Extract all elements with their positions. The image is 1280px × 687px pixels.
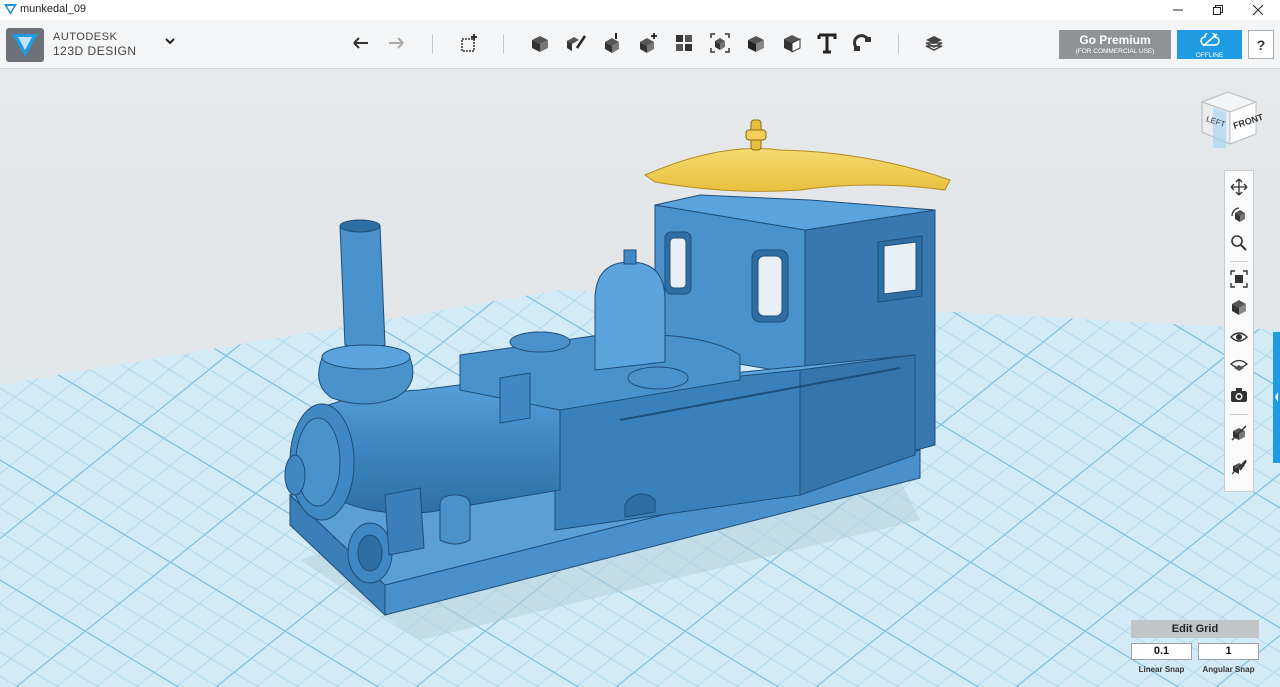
linear-snap-label: Linear Snap — [1138, 665, 1185, 674]
minimize-button[interactable] — [1160, 0, 1196, 20]
brand-product: 123D DESIGN — [53, 44, 137, 58]
views-icon — [1232, 300, 1246, 315]
undo-button[interactable] — [347, 29, 375, 57]
primitives-icon — [532, 36, 548, 52]
snap-button[interactable] — [848, 29, 876, 57]
minimize-icon — [1173, 9, 1183, 11]
close-button[interactable] — [1240, 0, 1276, 20]
sketch-icon — [567, 35, 587, 51]
chevron-down-icon[interactable] — [164, 36, 176, 46]
premium-label: Go Premium — [1079, 33, 1151, 47]
fit-icon — [1230, 270, 1248, 288]
measure-icon — [784, 35, 801, 53]
grouping-icon — [710, 33, 730, 53]
undo-icon — [353, 37, 368, 49]
combine-button[interactable] — [742, 29, 770, 57]
offline-label: OFFLINE — [1195, 52, 1224, 59]
default-views-button[interactable] — [1227, 295, 1251, 319]
pattern-button[interactable] — [670, 29, 698, 57]
snap-icon — [853, 34, 871, 51]
redo-icon — [389, 37, 404, 49]
restore-button[interactable] — [1200, 0, 1236, 20]
window-title: munkedal_09 — [20, 3, 87, 15]
zoom-button[interactable] — [1227, 231, 1251, 255]
3d-viewport[interactable] — [0, 69, 1280, 687]
modify-icon — [640, 33, 657, 53]
transform-tool-button[interactable] — [455, 29, 483, 57]
navbar-divider — [1230, 414, 1248, 415]
angular-snap-field[interactable]: 1 — [1198, 643, 1259, 660]
grouping-button[interactable] — [706, 29, 734, 57]
angular-snap-label: Angular Snap — [1202, 665, 1255, 674]
view-cube[interactable]: LEFT FRONT — [1198, 88, 1262, 148]
orbit-icon — [1231, 207, 1245, 222]
main-toolbar: AUTODESK 123D DESIGN Go Premium (FOR COM… — [0, 20, 1280, 69]
app-icon — [4, 4, 17, 15]
sketch-button[interactable] — [562, 29, 590, 57]
offline-button[interactable]: OFFLINE — [1177, 30, 1242, 59]
fit-button[interactable] — [1227, 267, 1251, 291]
edit-grid-button[interactable]: Edit Grid — [1131, 620, 1259, 638]
toolbar-divider — [898, 34, 899, 54]
title-bar: munkedal_09 — [0, 0, 1280, 20]
linear-snap-field[interactable]: 0.1 — [1131, 643, 1192, 660]
text-icon — [817, 33, 837, 54]
side-panel-handle[interactable] — [1273, 332, 1280, 463]
visibility-button[interactable] — [1227, 325, 1251, 349]
go-premium-button[interactable]: Go Premium (FOR COMMERCIAL USE) — [1059, 30, 1171, 59]
toolbar-divider — [503, 34, 504, 54]
show-solids-button[interactable] — [1227, 421, 1251, 445]
combine-icon — [748, 36, 764, 52]
camera-icon — [1231, 388, 1247, 402]
premium-sublabel: (FOR COMMERCIAL USE) — [1075, 48, 1155, 55]
restore-icon — [1213, 5, 1223, 15]
cloud-offline-icon — [1199, 31, 1220, 47]
show-sketches-button[interactable] — [1227, 455, 1251, 479]
redo-button[interactable] — [382, 29, 410, 57]
toolbar-divider — [432, 34, 433, 54]
construct-button[interactable] — [598, 29, 626, 57]
primitives-button[interactable] — [526, 29, 554, 57]
text-tool-button[interactable] — [813, 29, 841, 57]
eye-icon — [1230, 332, 1248, 342]
navigation-bar — [1224, 170, 1254, 492]
materials-outline-button[interactable] — [1227, 353, 1251, 377]
help-button[interactable]: ? — [1248, 30, 1274, 59]
brand-autodesk: AUTODESK — [53, 31, 118, 43]
orbit-button[interactable] — [1227, 203, 1251, 227]
pan-button[interactable] — [1227, 175, 1251, 199]
solids-icon — [1231, 425, 1247, 441]
measure-button[interactable] — [778, 29, 806, 57]
close-icon — [1253, 5, 1263, 15]
pattern-icon — [676, 35, 692, 51]
modify-button[interactable] — [634, 29, 662, 57]
app-logo[interactable] — [6, 28, 44, 62]
pan-icon — [1230, 178, 1248, 196]
construct-icon — [605, 33, 619, 53]
materials-outline-icon — [1230, 359, 1248, 371]
materials-button[interactable] — [920, 29, 948, 57]
screenshot-button[interactable] — [1227, 383, 1251, 407]
transform-icon — [461, 34, 477, 52]
zoom-icon — [1231, 235, 1247, 251]
materials-icon — [925, 36, 943, 51]
chevron-left-icon — [1275, 392, 1278, 402]
sketches-icon — [1231, 459, 1247, 475]
navbar-divider — [1230, 261, 1248, 262]
